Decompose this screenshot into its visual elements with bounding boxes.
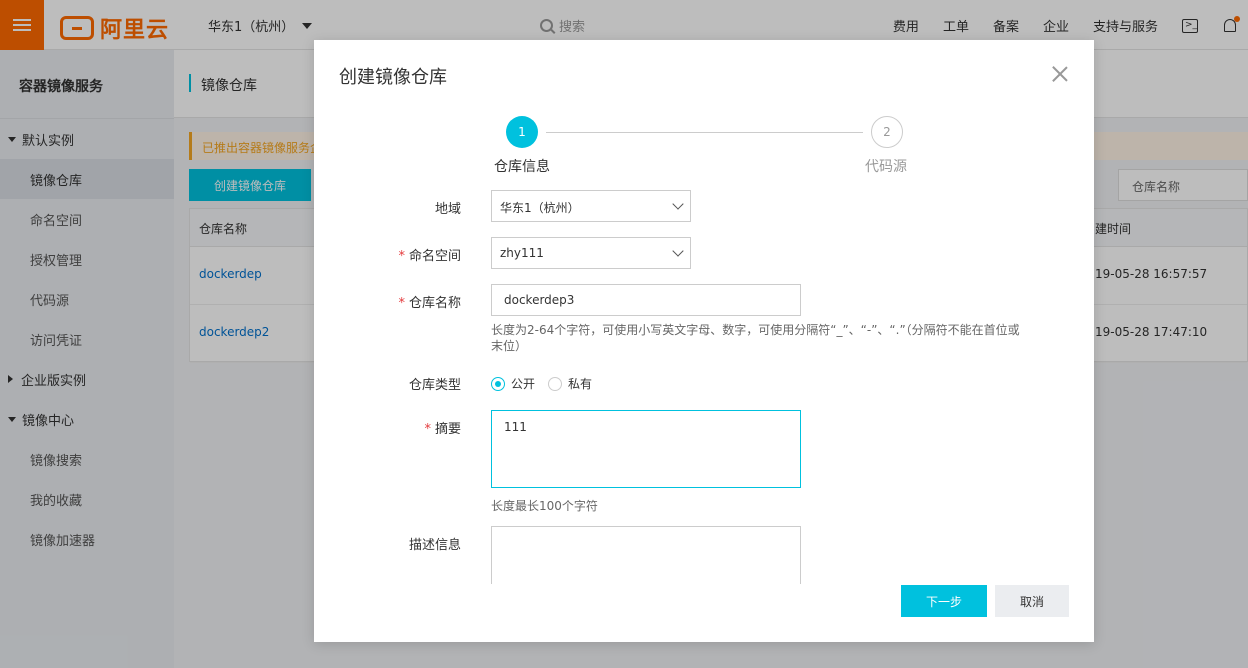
next-step-button[interactable]: 下一步	[901, 585, 987, 617]
repo-type-private-radio[interactable]: 私有	[548, 375, 592, 392]
label-text: 仓库名称	[408, 296, 461, 311]
step-connector	[546, 132, 863, 133]
summary-field-label: * 摘要	[424, 418, 461, 437]
namespace-select-value: zhy111	[500, 246, 544, 260]
description-textarea[interactable]	[491, 526, 801, 584]
label-text: 摘要	[434, 422, 461, 437]
summary-textarea[interactable]: 111	[491, 410, 801, 488]
required-mark: *	[424, 422, 431, 437]
label-text: 描述信息	[408, 538, 461, 553]
region-field-label: 地域	[435, 198, 461, 217]
radio-unchecked-icon	[548, 376, 562, 391]
namespace-select[interactable]: zhy111	[491, 237, 691, 269]
dialog-title: 创建镜像仓库	[339, 67, 447, 88]
repo-type-field-label: 仓库类型	[409, 374, 461, 393]
label-text: 地域	[434, 202, 461, 217]
label-text: 命名空间	[408, 249, 461, 264]
repo-name-input[interactable]: dockerdep3	[491, 284, 801, 316]
repo-name-field-label: * 仓库名称	[398, 292, 461, 311]
description-field-label: 描述信息	[409, 534, 461, 553]
create-repository-dialog: 创建镜像仓库 1 2 仓库信息 代码源 地域 华东1（杭州） * 命名空间 zhy…	[314, 40, 1094, 642]
chevron-down-icon	[672, 198, 684, 210]
step-2-indicator: 2	[871, 116, 903, 148]
step-1-label: 仓库信息	[494, 159, 550, 175]
repo-name-help: 长度为2-64个字符，可使用小写英文字母、数字，可使用分隔符“_”、“-”、“.…	[491, 323, 1020, 353]
cancel-button[interactable]: 取消	[995, 585, 1069, 617]
close-icon[interactable]	[1051, 65, 1069, 83]
radio-label: 公开	[511, 377, 536, 391]
required-mark: *	[398, 249, 405, 264]
radio-checked-icon	[491, 376, 505, 391]
label-text: 仓库类型	[408, 378, 461, 393]
chevron-down-icon	[672, 245, 684, 257]
summary-help: 长度最长100个字符	[491, 499, 598, 513]
region-select[interactable]: 华东1（杭州）	[491, 190, 691, 222]
step-2-label: 代码源	[865, 159, 907, 175]
namespace-field-label: * 命名空间	[398, 245, 461, 264]
required-mark: *	[398, 296, 405, 311]
region-select-value: 华东1（杭州）	[500, 201, 580, 215]
step-1-indicator: 1	[506, 116, 538, 148]
repo-type-public-radio[interactable]: 公开	[491, 375, 535, 392]
radio-label: 私有	[568, 377, 593, 391]
